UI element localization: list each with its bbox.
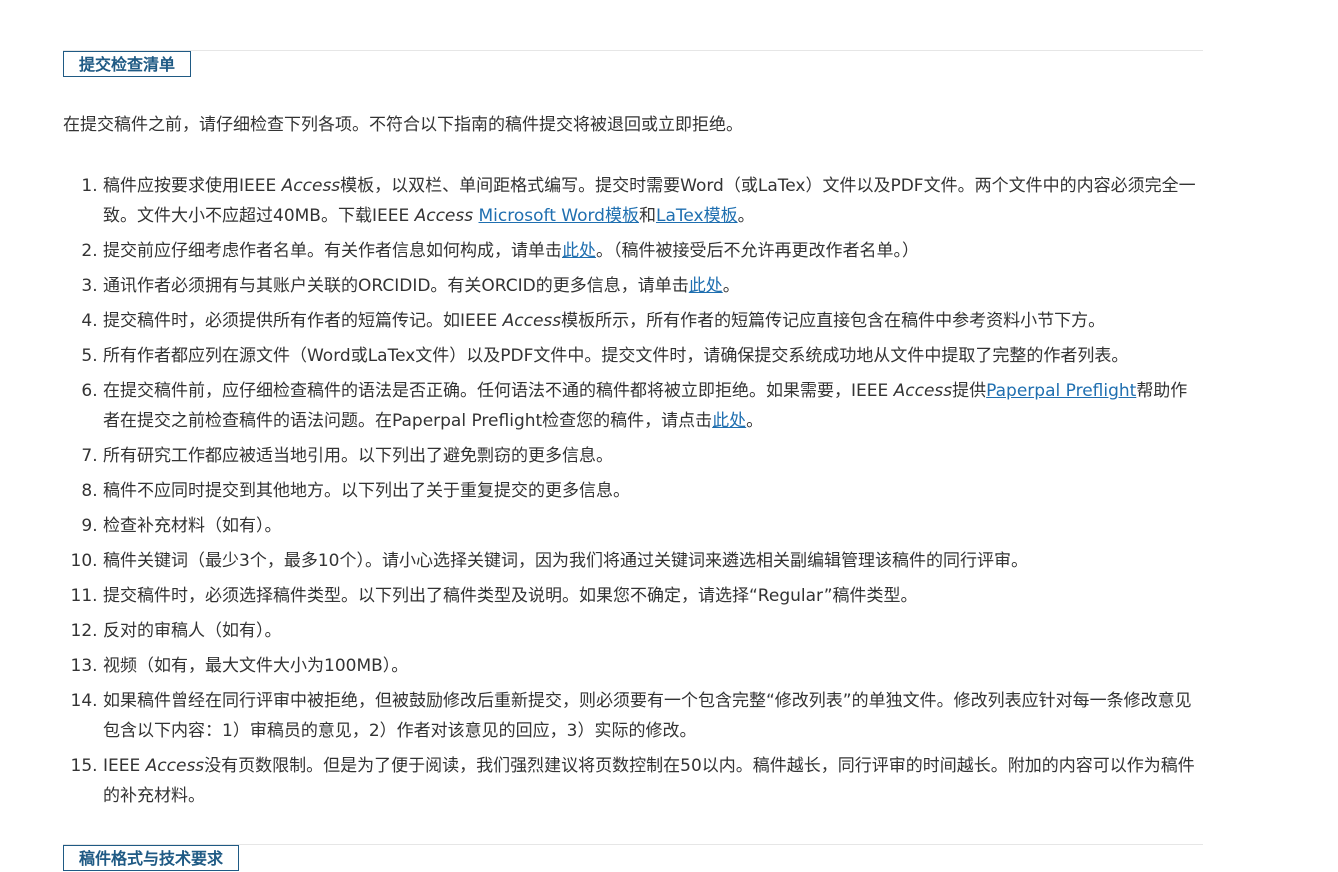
journal-name: Access xyxy=(281,176,341,196)
checklist-text: 提交前应仔细考虑作者名单。有关作者信息如何构成，请单击 xyxy=(103,241,562,261)
checklist-item: 检查补充材料（如有）。 xyxy=(103,511,1198,541)
section-title-next: 稿件格式与技术要求 xyxy=(63,845,240,871)
checklist-text: 稿件关键词（最少3个，最多10个）。请小心选择关键词，因为我们将通过关键词来遴选… xyxy=(103,551,1028,571)
journal-name: Access xyxy=(145,756,205,776)
checklist-item: 反对的审稿人（如有）。 xyxy=(103,616,1198,646)
checklist-text: 所有研究工作都应被适当地引用。以下列出了避免剽窃的更多信息。 xyxy=(103,446,613,466)
checklist-item: 提交稿件时，必须提供所有作者的短篇传记。如IEEE Access模板所示，所有作… xyxy=(103,306,1198,336)
checklist-text: 稿件应按要求使用IEEE xyxy=(103,176,282,196)
checklist-link[interactable]: Paperpal Preflight xyxy=(986,381,1136,401)
journal-name: Access xyxy=(502,311,562,331)
checklist-text: 如果稿件曾经在同行评审中被拒绝，但被鼓励修改后重新提交，则必须要有一个包含完整“… xyxy=(103,691,1192,741)
checklist-item: IEEE Access没有页数限制。但是为了便于阅读，我们强烈建议将页数控制在5… xyxy=(103,751,1198,811)
checklist-item: 稿件不应同时提交到其他地方。以下列出了关于重复提交的更多信息。 xyxy=(103,476,1198,506)
checklist-item: 提交稿件时，必须选择稿件类型。以下列出了稿件类型及说明。如果您不确定，请选择“R… xyxy=(103,581,1198,611)
checklist-text: 和 xyxy=(638,206,656,226)
checklist-text: 在提交稿件前，应仔细检查稿件的语法是否正确。任何语法不通的稿件都将被立即拒绝。如… xyxy=(103,381,894,401)
checklist-text: 。（稿件被接受后不允许再更改作者名单。） xyxy=(596,241,919,261)
checklist-text: 稿件不应同时提交到其他地方。以下列出了关于重复提交的更多信息。 xyxy=(103,481,630,501)
checklist-text: 反对的审稿人（如有）。 xyxy=(103,621,282,641)
checklist-link[interactable]: LaTex模板 xyxy=(656,206,738,226)
checklist-item: 提交前应仔细考虑作者名单。有关作者信息如何构成，请单击此处。（稿件被接受后不允许… xyxy=(103,236,1198,266)
checklist-link[interactable]: Microsoft Word模板 xyxy=(479,206,639,226)
checklist-item: 稿件应按要求使用IEEE Access模板，以双栏、单间距格式编写。提交时需要W… xyxy=(103,171,1198,231)
checklist-text: 视频（如有，最大文件大小为100MB）。 xyxy=(103,656,409,676)
checklist-item: 视频（如有，最大文件大小为100MB）。 xyxy=(103,651,1198,681)
checklist-item: 所有研究工作都应被适当地引用。以下列出了避免剽窃的更多信息。 xyxy=(103,441,1198,471)
checklist-item: 如果稿件曾经在同行评审中被拒绝，但被鼓励修改后重新提交，则必须要有一个包含完整“… xyxy=(103,686,1198,746)
top-divider xyxy=(63,50,1203,51)
checklist-text: 。 xyxy=(737,206,755,226)
checklist: 稿件应按要求使用IEEE Access模板，以双栏、单间距格式编写。提交时需要W… xyxy=(63,171,1198,816)
checklist-text: IEEE xyxy=(103,756,146,776)
checklist-text: 提交稿件时，必须选择稿件类型。以下列出了稿件类型及说明。如果您不确定，请选择“R… xyxy=(103,586,918,606)
checklist-link[interactable]: 此处 xyxy=(562,241,596,261)
checklist-text: 提交稿件时，必须提供所有作者的短篇传记。如IEEE xyxy=(103,311,503,331)
checklist-item: 所有作者都应列在源文件（Word或LaTex文件）以及PDF文件中。提交文件时，… xyxy=(103,341,1198,371)
checklist-text: 没有页数限制。但是为了便于阅读，我们强烈建议将页数控制在50以内。稿件越长，同行… xyxy=(103,756,1195,806)
checklist-text: 所有作者都应列在源文件（Word或LaTex文件）以及PDF文件中。提交文件时，… xyxy=(103,346,1129,366)
checklist-text: 检查补充材料（如有）。 xyxy=(103,516,282,536)
intro-text: 在提交稿件之前，请仔细检查下列各项。不符合以下指南的稿件提交将被退回或立即拒绝。 xyxy=(63,115,743,135)
checklist-text: 提供 xyxy=(952,381,987,401)
checklist-text: 模板所示，所有作者的短篇传记应直接包含在稿件中参考资料小节下方。 xyxy=(561,311,1106,331)
checklist-link[interactable]: 此处 xyxy=(689,276,723,296)
journal-name: Access xyxy=(414,206,474,226)
journal-name: Access xyxy=(893,381,953,401)
checklist-text: 。 xyxy=(746,411,764,431)
checklist-item: 稿件关键词（最少3个，最多10个）。请小心选择关键词，因为我们将通过关键词来遴选… xyxy=(103,546,1198,576)
section-title-checklist: 提交检查清单 xyxy=(63,51,192,77)
checklist-text: 通讯作者必须拥有与其账户关联的ORCIDID。有关ORCID的更多信息，请单击 xyxy=(103,276,689,296)
checklist-text: 。 xyxy=(722,276,740,296)
checklist-item: 在提交稿件前，应仔细检查稿件的语法是否正确。任何语法不通的稿件都将被立即拒绝。如… xyxy=(103,376,1198,436)
checklist-link[interactable]: 此处 xyxy=(712,411,746,431)
checklist-item: 通讯作者必须拥有与其账户关联的ORCIDID。有关ORCID的更多信息，请单击此… xyxy=(103,271,1198,301)
